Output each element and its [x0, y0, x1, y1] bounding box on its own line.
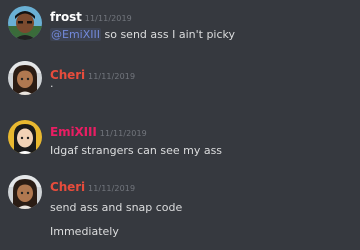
username[interactable]: Cheri — [50, 180, 85, 194]
message-header: Cheri 11/11/2019 — [50, 67, 135, 84]
message-group-emixiii: EmiXIII 11/11/2019 Idgaf strangers can se… — [0, 116, 360, 166]
avatar-emixiii[interactable] — [8, 120, 42, 154]
message-text: · — [50, 80, 54, 93]
message-header: EmiXIII 11/11/2019 — [50, 124, 147, 141]
username[interactable]: EmiXIII — [50, 125, 97, 139]
message-text: Immediately — [50, 225, 119, 238]
user-mention[interactable]: @EmiXIII — [50, 28, 101, 41]
timestamp: 11/11/2019 — [84, 14, 132, 23]
timestamp: 11/11/2019 — [88, 72, 136, 81]
avatar-cheri[interactable] — [8, 61, 42, 95]
username[interactable]: Cheri — [50, 68, 85, 82]
message-text-content: so send ass I ain't picky — [101, 28, 236, 41]
timestamp: 11/11/2019 — [99, 129, 147, 138]
message-text: @EmiXIII so send ass I ain't picky — [50, 28, 235, 42]
message-group-cheri: Cheri 11/11/2019 · — [0, 58, 360, 108]
timestamp: 11/11/2019 — [88, 184, 136, 193]
avatar-cheri[interactable] — [8, 175, 42, 209]
message-group-cheri: Cheri 11/11/2019 send ass and snap code I… — [0, 172, 360, 250]
message-header: Cheri 11/11/2019 — [50, 179, 135, 196]
chat-message-list: frost 11/11/2019 @EmiXIII so send ass I a… — [0, 0, 360, 250]
message-header: frost 11/11/2019 — [50, 9, 132, 26]
message-text: send ass and snap code — [50, 201, 183, 214]
avatar-frost[interactable] — [8, 6, 42, 40]
message-group-frost: frost 11/11/2019 @EmiXIII so send ass I a… — [0, 0, 360, 50]
message-text: Idgaf strangers can see my ass — [50, 144, 223, 157]
username[interactable]: frost — [50, 10, 82, 24]
